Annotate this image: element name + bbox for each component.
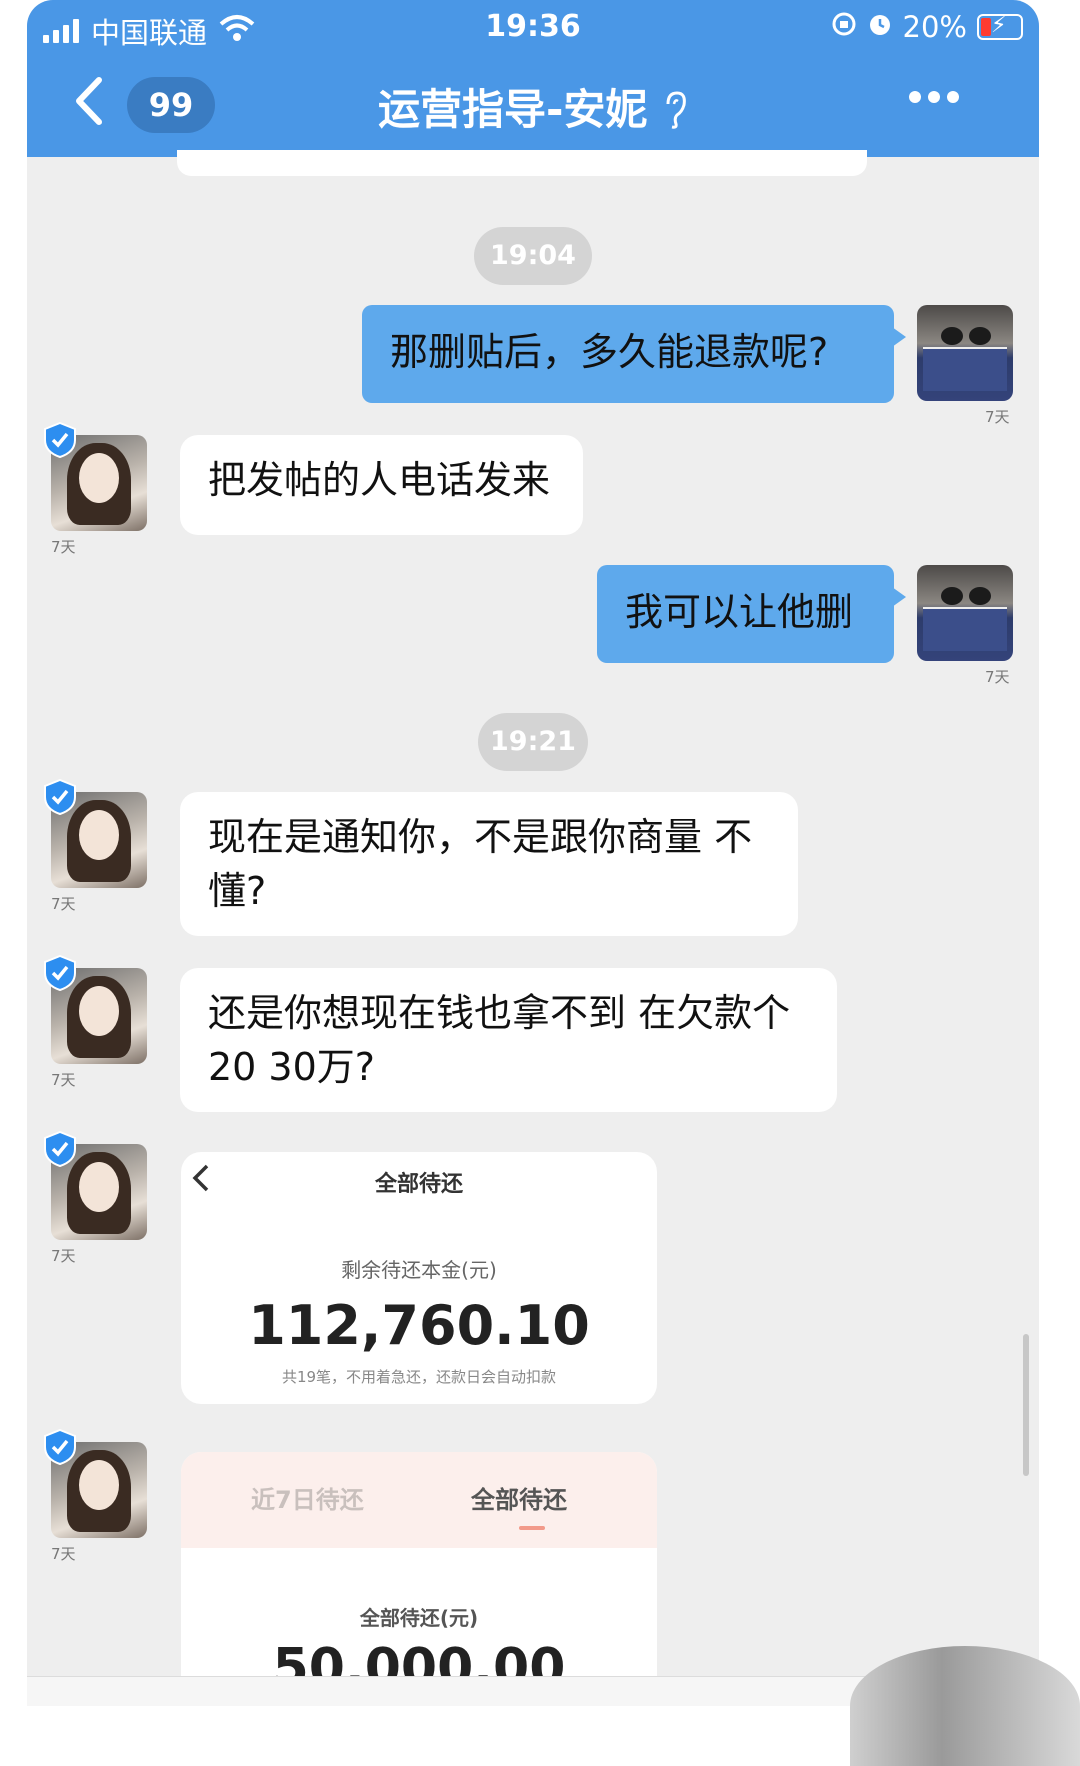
active-tab-indicator xyxy=(519,1526,545,1530)
message-age: 7天 xyxy=(51,538,76,556)
card-note: 共19笔，不用着急还，还款日会自动扣款 xyxy=(281,1368,557,1386)
card-amount: 112,760.10 xyxy=(248,1294,590,1357)
chat-header: 中国联通 19:36 20% ⚡ 99 运营指导-安妮 xyxy=(27,0,1039,157)
message-text: 那删贴后，多久能退款呢? xyxy=(390,330,829,374)
received-message-bubble[interactable]: 还是你想现在钱也拿不到 在欠款个20 30万? xyxy=(180,968,837,1112)
nav-bar: 99 运营指导-安妮 xyxy=(27,62,1039,148)
message-text: 我可以让他删 xyxy=(625,590,854,634)
verified-badge-icon xyxy=(43,954,77,992)
battery-charging-icon: ⚡ xyxy=(977,13,1023,40)
received-message-bubble[interactable]: 把发帖的人电话发来 xyxy=(180,435,583,535)
message-age: 7天 xyxy=(51,1071,76,1089)
timestamp-divider: 19:21 xyxy=(478,713,588,771)
timestamp-divider: 19:04 xyxy=(474,227,592,285)
message-text: 现在是通知你，不是跟你商量 不懂? xyxy=(208,815,753,913)
message-age: 7天 xyxy=(51,1545,76,1563)
chat-title[interactable]: 运营指导-安妮 xyxy=(27,76,1039,137)
battery-percent: 20% xyxy=(902,10,967,44)
message-age: 7天 xyxy=(51,1247,76,1265)
card-tabs: 近7日待还 全部待还 xyxy=(181,1452,657,1548)
card-label: 剩余待还本金(元) xyxy=(341,1258,497,1282)
verified-badge-icon xyxy=(43,778,77,816)
card-label: 全部待还(元) xyxy=(359,1606,479,1630)
message-age: 7天 xyxy=(985,668,1010,686)
verified-badge-icon xyxy=(43,421,77,459)
sent-message-bubble[interactable]: 我可以让他删 xyxy=(597,565,906,663)
rotation-lock-icon xyxy=(831,10,857,44)
tab-recent-7-days: 近7日待还 xyxy=(251,1486,364,1514)
scrollbar[interactable] xyxy=(1023,1334,1029,1476)
message-age: 7天 xyxy=(51,895,76,913)
message-text: 把发帖的人电话发来 xyxy=(208,458,551,502)
my-avatar[interactable] xyxy=(917,305,1013,401)
tab-all-pending: 全部待还 xyxy=(471,1486,567,1514)
blurred-overlay xyxy=(850,1646,1080,1766)
chat-title-text: 运营指导-安妮 xyxy=(377,85,648,134)
verified-badge-icon xyxy=(43,1428,77,1466)
image-message-repayment-total[interactable]: 全部待还 剩余待还本金(元) 112,760.10 共19笔，不用着急还，还款日… xyxy=(181,1152,657,1404)
more-dots-icon[interactable] xyxy=(907,72,961,126)
message-text: 还是你想现在钱也拿不到 在欠款个20 30万? xyxy=(208,991,791,1089)
image-message-repayment-tabs[interactable]: 近7日待还 全部待还 全部待还(元) 50,000.00 xyxy=(181,1452,657,1706)
status-bar: 中国联通 19:36 20% ⚡ xyxy=(27,0,1039,54)
message-age: 7天 xyxy=(985,408,1010,426)
received-message-bubble[interactable]: 现在是通知你，不是跟你商量 不懂? xyxy=(180,792,798,936)
alarm-icon xyxy=(867,10,893,44)
sent-message-bubble[interactable]: 那删贴后，多久能退款呢? xyxy=(362,305,906,403)
card-title: 全部待还 xyxy=(374,1172,463,1197)
phone-screen: 中国联通 19:36 20% ⚡ 99 运营指导-安妮 19:04 那删贴后，多… xyxy=(27,0,1039,1706)
my-avatar[interactable] xyxy=(917,565,1013,661)
previous-message-edge xyxy=(177,150,867,176)
ear-icon xyxy=(662,85,688,134)
verified-badge-icon xyxy=(43,1130,77,1168)
